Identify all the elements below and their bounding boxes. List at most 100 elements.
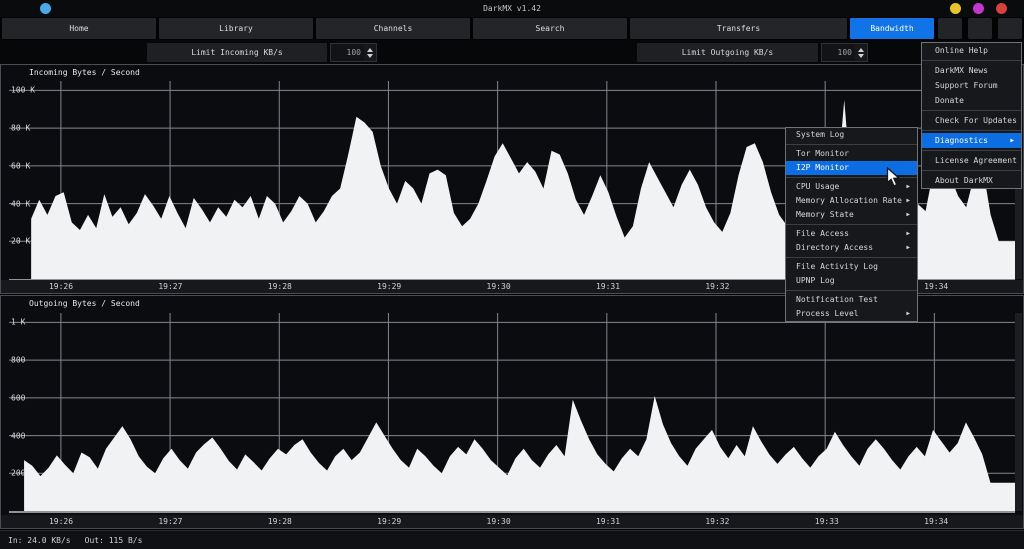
- diagnostics-submenu-item-tor-monitor[interactable]: Tor Monitor: [786, 147, 917, 161]
- incoming-x-tick-label: 19:30: [487, 282, 511, 291]
- incoming-x-tick-label: 19:29: [377, 282, 401, 291]
- incoming-y-tick-label: 20 K: [11, 237, 30, 246]
- diagnostics-submenu-item-upnp-log[interactable]: UPNP Log: [786, 274, 917, 288]
- limit-bar: Limit Incoming KB/s 100 Limit Outgoing K…: [0, 40, 1024, 64]
- menu-item-label: System Log: [796, 128, 844, 142]
- tab-channels[interactable]: Channels: [316, 18, 470, 39]
- outgoing-chart-x-axis: 19:2619:2719:2819:2919:3019:3119:3219:33…: [1, 515, 1023, 528]
- spin-down-button[interactable]: [367, 54, 373, 58]
- menu-item-label: Check For Updates: [935, 113, 1017, 128]
- help-menu-item-about-darkmx[interactable]: About DarkMX: [922, 173, 1021, 188]
- outgoing-y-tick-label: 200: [11, 469, 25, 478]
- tab-search[interactable]: Search: [473, 18, 627, 39]
- menu-item-label: CPU Usage: [796, 180, 839, 194]
- titlebar: DarkMX v1.42: [0, 0, 1024, 17]
- outgoing-x-tick-label: 19:34: [924, 517, 948, 526]
- outgoing-chart-plot: 1 K800600400200: [9, 313, 1015, 513]
- outgoing-x-tick-label: 19:32: [705, 517, 729, 526]
- status-bar: In: 24.0 KB/s Out: 115 B/s: [0, 530, 1024, 549]
- outgoing-x-tick-label: 19:28: [268, 517, 292, 526]
- outgoing-area-chart: [9, 313, 1015, 511]
- menu-item-label: Donate: [935, 93, 964, 108]
- menu-item-label: About DarkMX: [935, 173, 993, 188]
- window-title: DarkMX v1.42: [0, 4, 1024, 13]
- window-button-magenta[interactable]: [973, 3, 984, 14]
- help-menu-item-license-agreement[interactable]: License Agreement: [922, 153, 1021, 168]
- help-menu-item-donate[interactable]: Donate: [922, 93, 1021, 108]
- diagnostics-submenu-item-memory-allocation-rate[interactable]: Memory Allocation Rate ▶: [786, 194, 917, 208]
- tab-library[interactable]: Library: [159, 18, 313, 39]
- diagnostics-submenu: System LogTor MonitorI2P MonitorCPU Usag…: [785, 127, 918, 322]
- spin-up-button[interactable]: [367, 48, 373, 52]
- diagnostics-submenu-item-memory-state[interactable]: Memory State▶: [786, 208, 917, 222]
- diagnostics-submenu-item-directory-access[interactable]: Directory Access ▶: [786, 241, 917, 255]
- diagnostics-submenu-item-file-activity-log[interactable]: File Activity Log: [786, 260, 917, 274]
- diagnostics-submenu-item-file-access[interactable]: File Access▶: [786, 227, 917, 241]
- incoming-y-tick-label: 60 K: [11, 161, 30, 170]
- diagnostics-submenu-item-process-level[interactable]: Process Level▶: [786, 307, 917, 321]
- blank-tab-button-3[interactable]: [998, 18, 1022, 39]
- help-menu-item-diagnostics[interactable]: Diagnostics▶: [922, 133, 1021, 148]
- outgoing-y-tick-label: 1 K: [11, 318, 25, 327]
- spin-down-button[interactable]: [858, 54, 864, 58]
- help-menu-separator: [922, 150, 1021, 151]
- limit-incoming-button[interactable]: Limit Incoming KB/s: [147, 43, 327, 62]
- tab-home[interactable]: Home: [2, 18, 156, 39]
- incoming-x-tick-label: 19:32: [705, 282, 729, 291]
- incoming-y-tick-label: 100 K: [11, 86, 35, 95]
- limit-outgoing-spinner[interactable]: 100: [821, 43, 868, 62]
- submenu-arrow-icon: ▶: [906, 241, 917, 255]
- menu-item-label: Support Forum: [935, 78, 998, 93]
- window-button-red[interactable]: [996, 3, 1007, 14]
- outgoing-x-tick-label: 19:31: [596, 517, 620, 526]
- submenu-arrow-icon: ▶: [906, 194, 917, 208]
- outgoing-y-tick-label: 600: [11, 393, 25, 402]
- tab-transfers[interactable]: Transfers: [630, 18, 847, 39]
- limit-incoming-value[interactable]: 100: [331, 48, 364, 57]
- blank-tab-button-1[interactable]: [938, 18, 962, 39]
- incoming-x-tick-label: 19:26: [49, 282, 73, 291]
- limit-outgoing-button[interactable]: Limit Outgoing KB/s: [637, 43, 818, 62]
- blank-tab-button-2[interactable]: [968, 18, 992, 39]
- diagnostics-submenu-item-system-log[interactable]: System Log: [786, 128, 917, 142]
- incoming-y-tick-label: 80 K: [11, 124, 30, 133]
- menu-item-label: Diagnostics: [935, 133, 988, 148]
- tab-bandwidth[interactable]: Bandwidth: [850, 18, 934, 39]
- menu-item-label: Directory Access: [796, 241, 873, 255]
- help-menu-item-online-help[interactable]: Online Help: [922, 43, 1021, 58]
- incoming-x-tick-label: 19:31: [596, 282, 620, 291]
- outgoing-x-tick-label: 19:30: [487, 517, 511, 526]
- app-window: DarkMX v1.42 HomeLibraryChannelsSearchTr…: [0, 0, 1024, 549]
- limit-outgoing-value[interactable]: 100: [822, 48, 855, 57]
- window-button-yellow[interactable]: [950, 3, 961, 14]
- incoming-x-tick-label: 19:34: [924, 282, 948, 291]
- help-menu-separator: [922, 60, 1021, 61]
- incoming-chart-title: Incoming Bytes / Second: [29, 68, 140, 77]
- diagnostics-submenu-separator: [786, 224, 917, 225]
- outgoing-x-tick-label: 19:29: [377, 517, 401, 526]
- submenu-arrow-icon: ▶: [906, 180, 917, 194]
- menu-item-label: Online Help: [935, 43, 988, 58]
- help-menu: Online Help DarkMX NewsSupport ForumDonat…: [921, 42, 1022, 189]
- help-menu-item-support-forum[interactable]: Support Forum: [922, 78, 1021, 93]
- outgoing-chart-scrollbar[interactable]: [1015, 313, 1022, 511]
- menu-item-label: Notification Test: [796, 293, 878, 307]
- outgoing-x-tick-label: 19:26: [49, 517, 73, 526]
- help-menu-item-check-for-updates[interactable]: Check For Updates: [922, 113, 1021, 128]
- menu-item-label: Memory Allocation Rate: [796, 194, 902, 208]
- mouse-cursor-icon: [886, 167, 901, 188]
- incoming-y-tick-label: 40 K: [11, 199, 30, 208]
- menu-item-label: UPNP Log: [796, 274, 835, 288]
- spin-up-button[interactable]: [858, 48, 864, 52]
- outgoing-y-tick-label: 400: [11, 431, 25, 440]
- incoming-x-tick-label: 19:28: [268, 282, 292, 291]
- incoming-x-tick-label: 19:27: [158, 282, 182, 291]
- limit-incoming-spinner[interactable]: 100: [330, 43, 377, 62]
- help-menu-separator: [922, 110, 1021, 111]
- menu-item-label: File Activity Log: [796, 260, 878, 274]
- limit-outgoing-label: Limit Outgoing KB/s: [682, 48, 774, 57]
- help-menu-separator: [922, 170, 1021, 171]
- help-menu-item-darkmx-news[interactable]: DarkMX News: [922, 63, 1021, 78]
- diagnostics-submenu-item-notification-test[interactable]: Notification Test: [786, 293, 917, 307]
- limit-outgoing-spin-arrows: [855, 44, 867, 61]
